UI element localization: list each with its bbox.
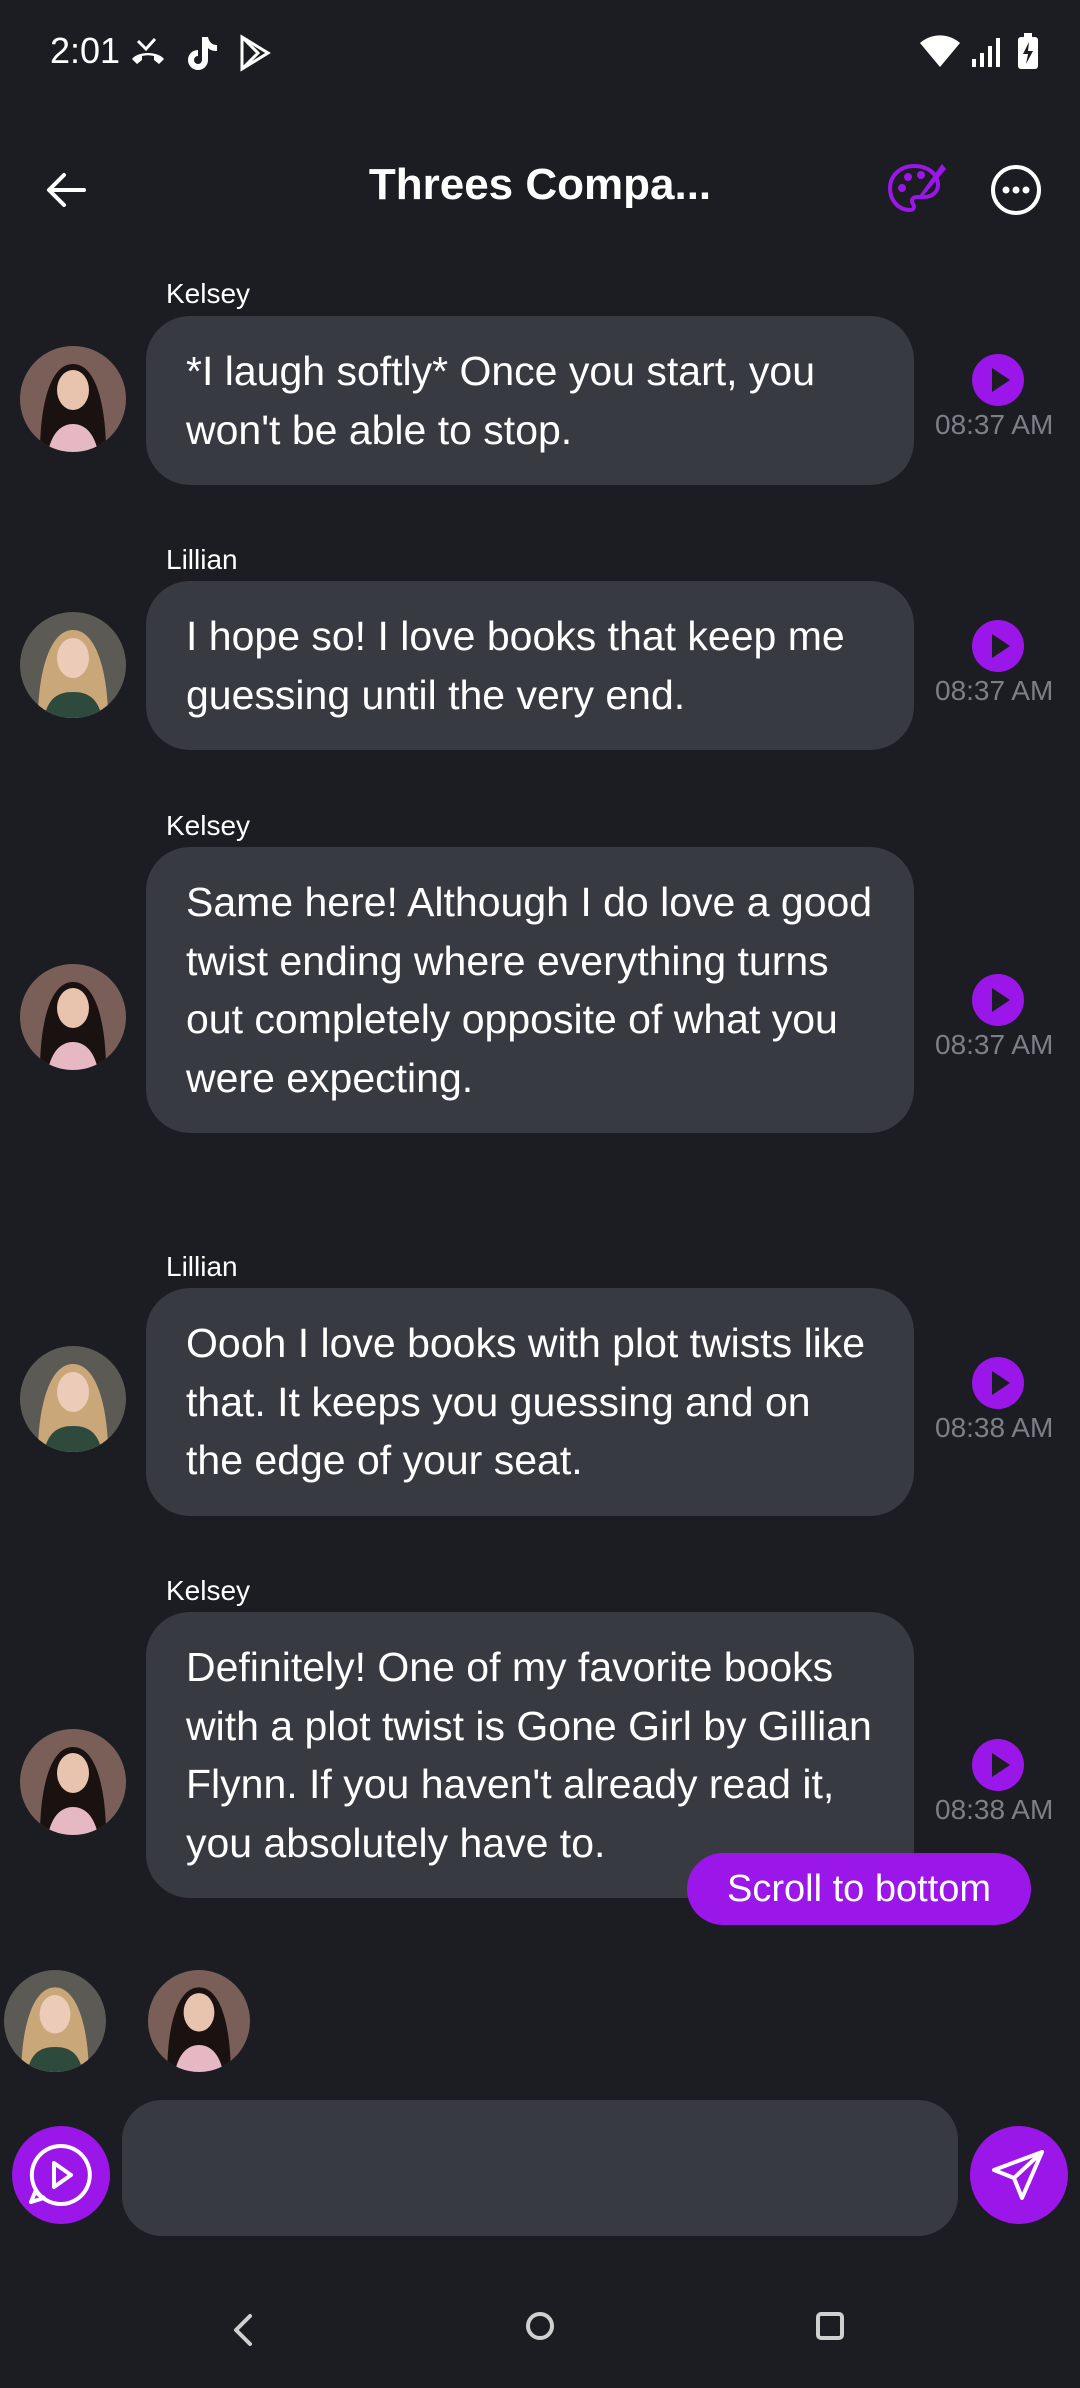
arrow-left-icon — [47, 173, 86, 207]
message-input[interactable] — [122, 2100, 958, 2236]
avatar-lillian[interactable] — [20, 1346, 126, 1452]
system-nav-bar — [0, 2290, 1080, 2370]
voice-chat-icon — [29, 2143, 92, 2206]
message-time: 08:38 AM — [935, 1412, 1054, 1443]
wifi-icon — [920, 35, 960, 69]
play-audio-button[interactable] — [972, 354, 1024, 406]
avatar-kelsey[interactable] — [20, 964, 126, 1070]
avatar-lillian[interactable] — [4, 1970, 106, 2072]
message-bubble[interactable]: Same here! Although I do love a good twi… — [146, 847, 914, 1133]
voice-chat-button[interactable] — [12, 2126, 110, 2224]
sender-name: Lillian — [166, 544, 238, 575]
theme-button[interactable] — [884, 158, 948, 222]
message-bubble[interactable]: I hope so! I love books that keep me gue… — [146, 581, 914, 750]
message-time: 08:38 AM — [935, 1794, 1054, 1825]
status-bar: 2:01 — [0, 0, 1080, 110]
sender-name: Kelsey — [166, 810, 251, 841]
status-time: 2:01 — [50, 30, 121, 71]
nav-recents-button[interactable] — [812, 2308, 850, 2346]
back-button[interactable] — [40, 162, 96, 218]
message-time: 08:37 AM — [935, 409, 1054, 440]
more-options-button[interactable] — [984, 158, 1048, 222]
play-store-icon — [236, 33, 272, 73]
play-audio-button[interactable] — [972, 620, 1024, 672]
play-audio-button[interactable] — [972, 1357, 1024, 1409]
back-icon — [234, 2314, 252, 2346]
avatar-kelsey[interactable] — [148, 1970, 250, 2072]
nav-back-button[interactable] — [222, 2308, 266, 2352]
play-audio-button[interactable] — [972, 974, 1024, 1026]
sender-name: Kelsey — [166, 1575, 251, 1606]
send-button[interactable] — [970, 2126, 1068, 2224]
message-bubble[interactable]: Oooh I love books with plot twists like … — [146, 1288, 914, 1516]
sender-name: Kelsey — [166, 278, 251, 309]
nav-home-button[interactable] — [520, 2306, 560, 2346]
avatar-kelsey[interactable] — [20, 346, 126, 452]
recents-icon — [816, 2312, 844, 2340]
more-horizontal-icon — [991, 165, 1041, 215]
home-icon — [526, 2312, 554, 2340]
chat-header: Threes Compa... — [0, 150, 1080, 230]
participants-row — [0, 1970, 300, 2074]
play-audio-button[interactable] — [972, 1739, 1024, 1791]
send-icon — [992, 2150, 1044, 2200]
sender-name: Lillian — [166, 1251, 238, 1282]
avatar-lillian[interactable] — [20, 612, 126, 718]
battery-charging-icon — [1016, 33, 1040, 71]
scroll-to-bottom-button[interactable]: Scroll to bottom — [687, 1853, 1031, 1925]
tiktok-icon — [184, 33, 220, 73]
message-time: 08:37 AM — [935, 675, 1054, 706]
status-icons-left — [128, 33, 272, 73]
missed-call-icon — [128, 33, 168, 73]
chat-title: Threes Compa... — [368, 160, 712, 209]
avatar-kelsey[interactable] — [20, 1729, 126, 1835]
message-time: 08:37 AM — [935, 1029, 1054, 1060]
status-icons-right — [920, 33, 1040, 71]
message-bubble[interactable]: *I laugh softly* Once you start, you won… — [146, 316, 914, 485]
signal-icon — [970, 35, 1006, 69]
palette-icon — [887, 163, 946, 213]
